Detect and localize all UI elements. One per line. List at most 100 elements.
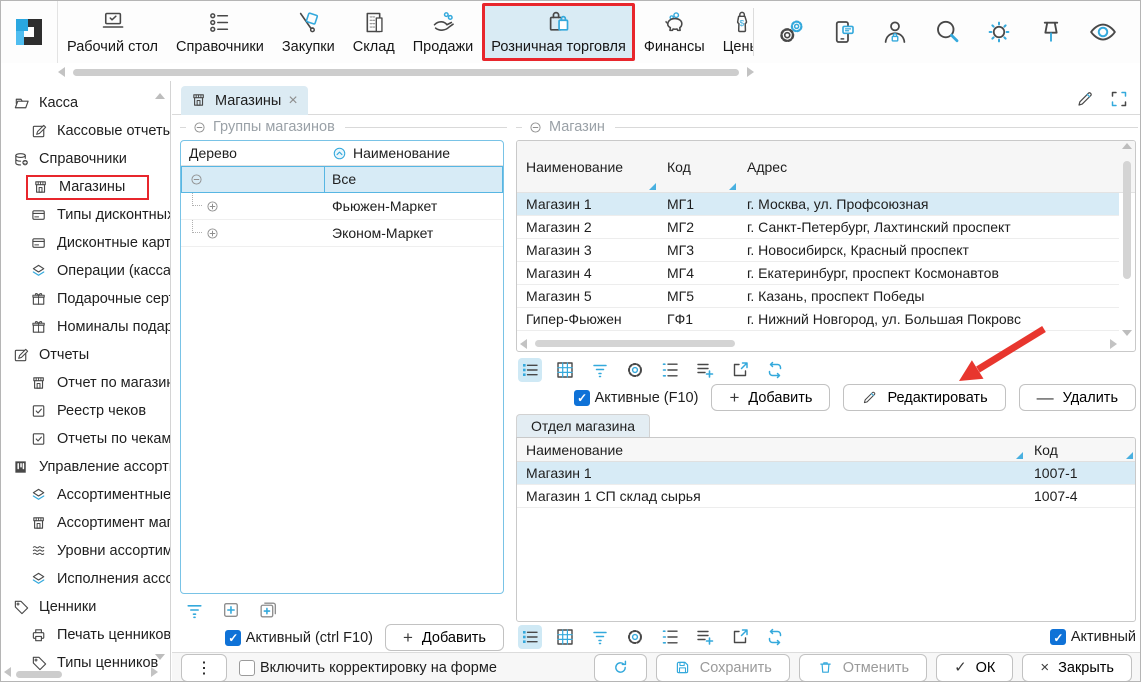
user-lock-icon[interactable] xyxy=(880,17,910,47)
sidebar-hscroll-right-arrow[interactable] xyxy=(151,667,158,677)
tab-close-icon[interactable]: × xyxy=(288,93,297,109)
export-icon[interactable] xyxy=(728,358,752,382)
fullscreen-icon[interactable] xyxy=(1109,89,1129,109)
delete-shop-button[interactable]: — Удалить xyxy=(1019,384,1136,411)
sidebar-scroll-down-arrow[interactable] xyxy=(155,654,165,660)
sidebar-item-otchet-po-magazinam[interactable]: Отчет по магазин xyxy=(1,369,170,397)
sidebar-item-assortimentnye[interactable]: Ассортиментные xyxy=(1,481,170,509)
correction-checkbox[interactable]: Включить корректировку на форме xyxy=(239,660,497,676)
table-row[interactable]: Магазин 2 МГ2 г. Санкт-Петербург, Лахтин… xyxy=(517,216,1119,239)
ok-button[interactable]: ✓ОК xyxy=(936,654,1013,682)
sidebar-item-upravlenie-assortimentom[interactable]: Управление ассорти xyxy=(1,453,170,481)
sidebar-scroll-up-arrow[interactable] xyxy=(155,93,165,99)
grid-view-icon[interactable] xyxy=(553,625,577,649)
module-finance[interactable]: Финансы xyxy=(635,3,714,61)
expand-plus-icon[interactable] xyxy=(205,199,220,214)
sidebar-item-otchety-po-chekam[interactable]: Отчеты по чекам xyxy=(1,425,170,453)
edit-pencil-icon[interactable] xyxy=(1075,89,1095,109)
sidebar-item-assortiment-magazina[interactable]: Ассортимент маг xyxy=(1,509,170,537)
sidebar-item-ispolneniya-assortimenta[interactable]: Исполнения ассо xyxy=(1,565,170,593)
column-header-name[interactable]: Наименование xyxy=(325,141,503,165)
numbered-list-icon[interactable] xyxy=(658,625,682,649)
scrollbar-thumb[interactable] xyxy=(535,340,735,347)
add-group-button[interactable]: + Добавить xyxy=(385,624,504,651)
brightness-icon[interactable] xyxy=(984,17,1014,47)
sidebar-item-nominaly-podarochnyh[interactable]: Номиналы подар xyxy=(1,313,170,341)
sidebar-item-podarochnye-sertifikaty[interactable]: Подарочные серт xyxy=(1,285,170,313)
module-desktop[interactable]: Рабочий стол xyxy=(58,3,167,61)
collapse-icon[interactable] xyxy=(192,120,207,135)
close-button[interactable]: ×Закрыть xyxy=(1022,654,1132,682)
table-row[interactable]: Магазин 4 МГ4 г. Екатеринбург, проспект … xyxy=(517,262,1119,285)
sidebar-item-urovni-assortimenta[interactable]: Уровни ассортим xyxy=(1,537,170,565)
list-add-icon[interactable] xyxy=(693,625,717,649)
scrollbar-thumb[interactable] xyxy=(1123,161,1131,279)
tree-row-all[interactable]: Все xyxy=(181,166,503,193)
column-header-code[interactable]: Код xyxy=(1025,438,1135,461)
table-row[interactable]: Магазин 1 МГ1 г. Москва, ул. Профсоюзная xyxy=(517,193,1119,216)
sidebar-item-cenniki[interactable]: Ценники xyxy=(1,593,170,621)
sidebar-hscroll-thumb[interactable] xyxy=(16,671,62,678)
loop-icon[interactable] xyxy=(763,358,787,382)
tab-shop-department[interactable]: Отдел магазина xyxy=(516,414,650,437)
module-retail-trade[interactable]: Розничная торговля xyxy=(482,3,635,61)
loop-icon[interactable] xyxy=(763,625,787,649)
active-checkbox-shops[interactable]: Активные (F10) xyxy=(574,390,699,406)
sidebar-item-kassovye-otchety[interactable]: Кассовые отчеты xyxy=(1,117,170,145)
sort-ascending-icon[interactable] xyxy=(332,146,347,161)
table-row[interactable]: Магазин 1 1007-1 xyxy=(517,462,1135,485)
table-row[interactable]: Магазин 3 МГ3 г. Новосибирск, Красный пр… xyxy=(517,239,1119,262)
add-box-icon[interactable] xyxy=(221,600,242,621)
module-sales[interactable]: Продажи xyxy=(404,3,483,61)
tree-row-fusion-market[interactable]: Фьюжен-Маркет xyxy=(181,193,503,220)
checkbox-icon[interactable] xyxy=(574,390,590,406)
sidebar-item-kassa[interactable]: Касса xyxy=(1,89,170,117)
scroll-left-arrow[interactable] xyxy=(520,339,527,349)
module-prices[interactable]: $Цены xyxy=(714,3,753,61)
tree-row-econom-market[interactable]: Эконом-Маркет xyxy=(181,220,503,247)
checkbox-icon[interactable] xyxy=(239,660,255,676)
sidebar-item-magaziny[interactable]: Магазины xyxy=(1,173,170,201)
module-warehouse[interactable]: Склад xyxy=(344,3,404,61)
add-copy-icon[interactable] xyxy=(258,600,279,621)
filter-icon[interactable] xyxy=(184,600,205,621)
scroll-right-arrow[interactable] xyxy=(747,67,754,77)
pin-icon[interactable] xyxy=(1036,17,1066,47)
gear-icon[interactable] xyxy=(623,358,647,382)
eye-icon[interactable] xyxy=(1088,17,1118,47)
gear-icon[interactable] xyxy=(623,625,647,649)
sidebar-item-reestr-chekov[interactable]: Реестр чеков xyxy=(1,397,170,425)
vertical-scrollbar[interactable] xyxy=(1120,143,1134,336)
table-row[interactable]: Гипер-Фьюжен ГФ1 г. Нижний Новгород, ул.… xyxy=(517,308,1119,331)
filter-icon[interactable] xyxy=(588,358,612,382)
collapse-minus-icon[interactable] xyxy=(189,172,204,187)
list-view-icon[interactable] xyxy=(518,625,542,649)
list-add-icon[interactable] xyxy=(693,358,717,382)
numbered-list-icon[interactable] xyxy=(658,358,682,382)
module-purchases[interactable]: Закупки xyxy=(273,3,344,61)
scroll-left-arrow[interactable] xyxy=(58,67,65,77)
sidebar-item-operacii-kassa[interactable]: Операции (касса) xyxy=(1,257,170,285)
sidebar-item-tipy-diskontnyh[interactable]: Типы дисконтных xyxy=(1,201,170,229)
refresh-button[interactable] xyxy=(594,654,647,682)
column-header-code[interactable]: Код xyxy=(658,141,738,192)
list-view-icon[interactable] xyxy=(518,358,542,382)
sidebar-hscroll-left-arrow[interactable] xyxy=(4,667,11,677)
scroll-down-arrow[interactable] xyxy=(1122,330,1132,336)
tab-magaziny[interactable]: Магазины × xyxy=(181,86,308,115)
column-header-tree[interactable]: Дерево xyxy=(181,141,325,165)
scroll-up-arrow[interactable] xyxy=(1122,143,1132,149)
add-shop-button[interactable]: + Добавить xyxy=(711,384,830,411)
table-row[interactable]: Магазин 5 МГ5 г. Казань, проспект Победы xyxy=(517,285,1119,308)
module-strip-scrollbar[interactable] xyxy=(58,64,754,80)
grid-view-icon[interactable] xyxy=(553,358,577,382)
sidebar-item-otchety[interactable]: Отчеты xyxy=(1,341,170,369)
active-checkbox-department[interactable]: Активный xyxy=(1050,629,1136,645)
table-row[interactable]: Магазин 1 СП склад сырья 1007-4 xyxy=(517,485,1135,508)
sidebar-item-spravochniki[interactable]: Справочники xyxy=(1,145,170,173)
column-header-name[interactable]: Наименование xyxy=(517,141,658,192)
checkbox-icon[interactable] xyxy=(1050,629,1066,645)
collapse-icon[interactable] xyxy=(528,120,543,135)
column-header-address[interactable]: Адрес xyxy=(738,141,1135,192)
phone-chat-icon[interactable] xyxy=(828,17,858,47)
